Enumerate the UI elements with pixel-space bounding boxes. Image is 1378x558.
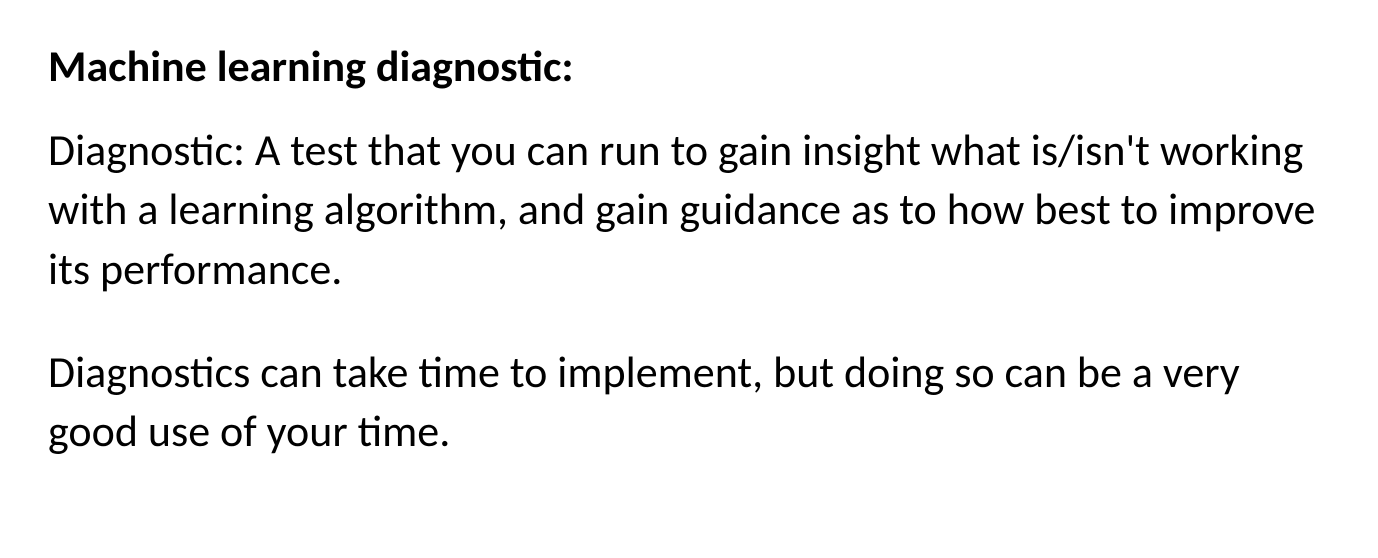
slide-heading: Machine learning diagnostic: [48,40,1338,93]
slide-paragraph-1: Diagnostic: A test that you can run to g… [48,121,1328,299]
slide-paragraph-2: Diagnostics can take time to implement, … [48,343,1328,462]
